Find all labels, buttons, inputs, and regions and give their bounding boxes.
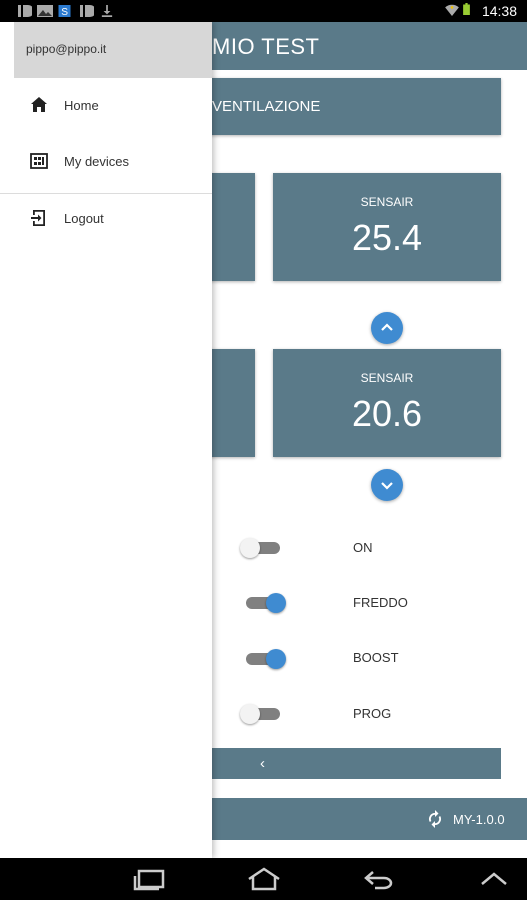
recent-apps-icon[interactable] (133, 869, 165, 891)
notification-icon (80, 5, 94, 17)
drawer-item-logout[interactable]: Logout (0, 199, 212, 239)
logout-icon (31, 210, 45, 226)
download-icon (101, 5, 113, 17)
drawer-item-label: Logout (64, 211, 104, 226)
battery-icon (463, 3, 470, 15)
drawer-header: pippo@pippo.it (14, 22, 212, 78)
s-app-icon: S (58, 5, 71, 17)
drawer-item-label: My devices (64, 154, 130, 169)
svg-text:S: S (61, 7, 68, 17)
drawer-divider (0, 193, 212, 194)
user-email: pippo@pippo.it (26, 42, 107, 56)
drawer-item-my-devices[interactable]: My devices (0, 142, 212, 182)
back-icon[interactable] (363, 868, 395, 890)
home-icon (31, 97, 47, 112)
status-time: 14:38 (481, 3, 517, 19)
wifi-icon (445, 4, 459, 16)
system-nav-bar (0, 858, 527, 900)
drawer-item-home[interactable]: Home (0, 86, 212, 126)
notification-icon (18, 5, 32, 17)
navigation-drawer: pippo@pippo.it Home My devices Logout (0, 22, 212, 858)
drawer-item-label: Home (64, 98, 99, 113)
home-nav-icon[interactable] (246, 867, 282, 891)
image-icon (37, 5, 53, 17)
devices-icon (30, 153, 48, 169)
menu-up-icon[interactable] (480, 872, 508, 886)
status-bar: S 14:38 (0, 0, 527, 22)
